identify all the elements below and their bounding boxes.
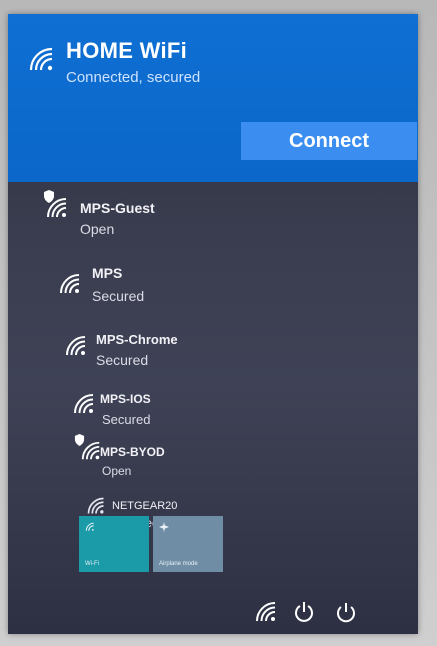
selected-network-status: Connected, secured: [66, 69, 201, 86]
wifi-icon: [58, 272, 82, 296]
network-name: MPS-BYOD: [100, 445, 165, 459]
network-name: NETGEAR20: [112, 500, 178, 512]
screen: HOME WiFi Connected, secured Connect MPS…: [0, 0, 437, 646]
network-status: Open: [80, 221, 115, 237]
network-item-mps-chrome[interactable]: MPS-Chrome Secured: [8, 316, 418, 372]
shield-icon: [43, 190, 55, 203]
network-status: Open: [102, 464, 132, 478]
wifi-icon: [85, 522, 95, 532]
network-name: MPS-Guest: [80, 200, 155, 216]
airplane-icon: [159, 522, 169, 532]
connect-button[interactable]: Connect: [241, 122, 417, 160]
power-icon[interactable]: [334, 600, 358, 624]
network-status: Secured: [102, 412, 151, 427]
system-tray: [8, 598, 418, 634]
selected-network[interactable]: HOME WiFi Connected, secured Connect: [8, 14, 418, 182]
airplane-mode-tile[interactable]: Airplane mode: [153, 516, 223, 572]
wifi-icon: [44, 190, 69, 220]
wifi-tile-label: Wi-Fi: [85, 561, 99, 567]
wifi-icon: [72, 392, 96, 416]
network-name: MPS-Chrome: [96, 332, 178, 347]
network-item-mps-ios[interactable]: MPS-IOS Secured: [8, 378, 418, 434]
network-item-mps[interactable]: MPS Secured: [8, 252, 418, 308]
wifi-icon[interactable]: [254, 600, 278, 624]
wifi-tile[interactable]: Wi-Fi: [79, 516, 149, 572]
network-status: Secured: [96, 352, 149, 368]
power-icon[interactable]: [292, 600, 316, 624]
network-name: MPS-IOS: [100, 392, 151, 406]
network-flyout: HOME WiFi Connected, secured Connect MPS…: [8, 14, 418, 634]
airplane-mode-label: Airplane mode: [159, 561, 198, 567]
selected-network-name: HOME WiFi: [66, 38, 188, 63]
network-status: Secured: [92, 288, 145, 304]
network-item-mps-guest[interactable]: MPS-Guest Open: [8, 184, 418, 240]
shield-icon: [74, 434, 86, 447]
quick-actions: Wi-Fi Airplane mode: [79, 516, 239, 580]
wifi-icon: [28, 46, 56, 74]
wifi-icon: [64, 334, 88, 358]
network-name: MPS: [92, 265, 123, 281]
